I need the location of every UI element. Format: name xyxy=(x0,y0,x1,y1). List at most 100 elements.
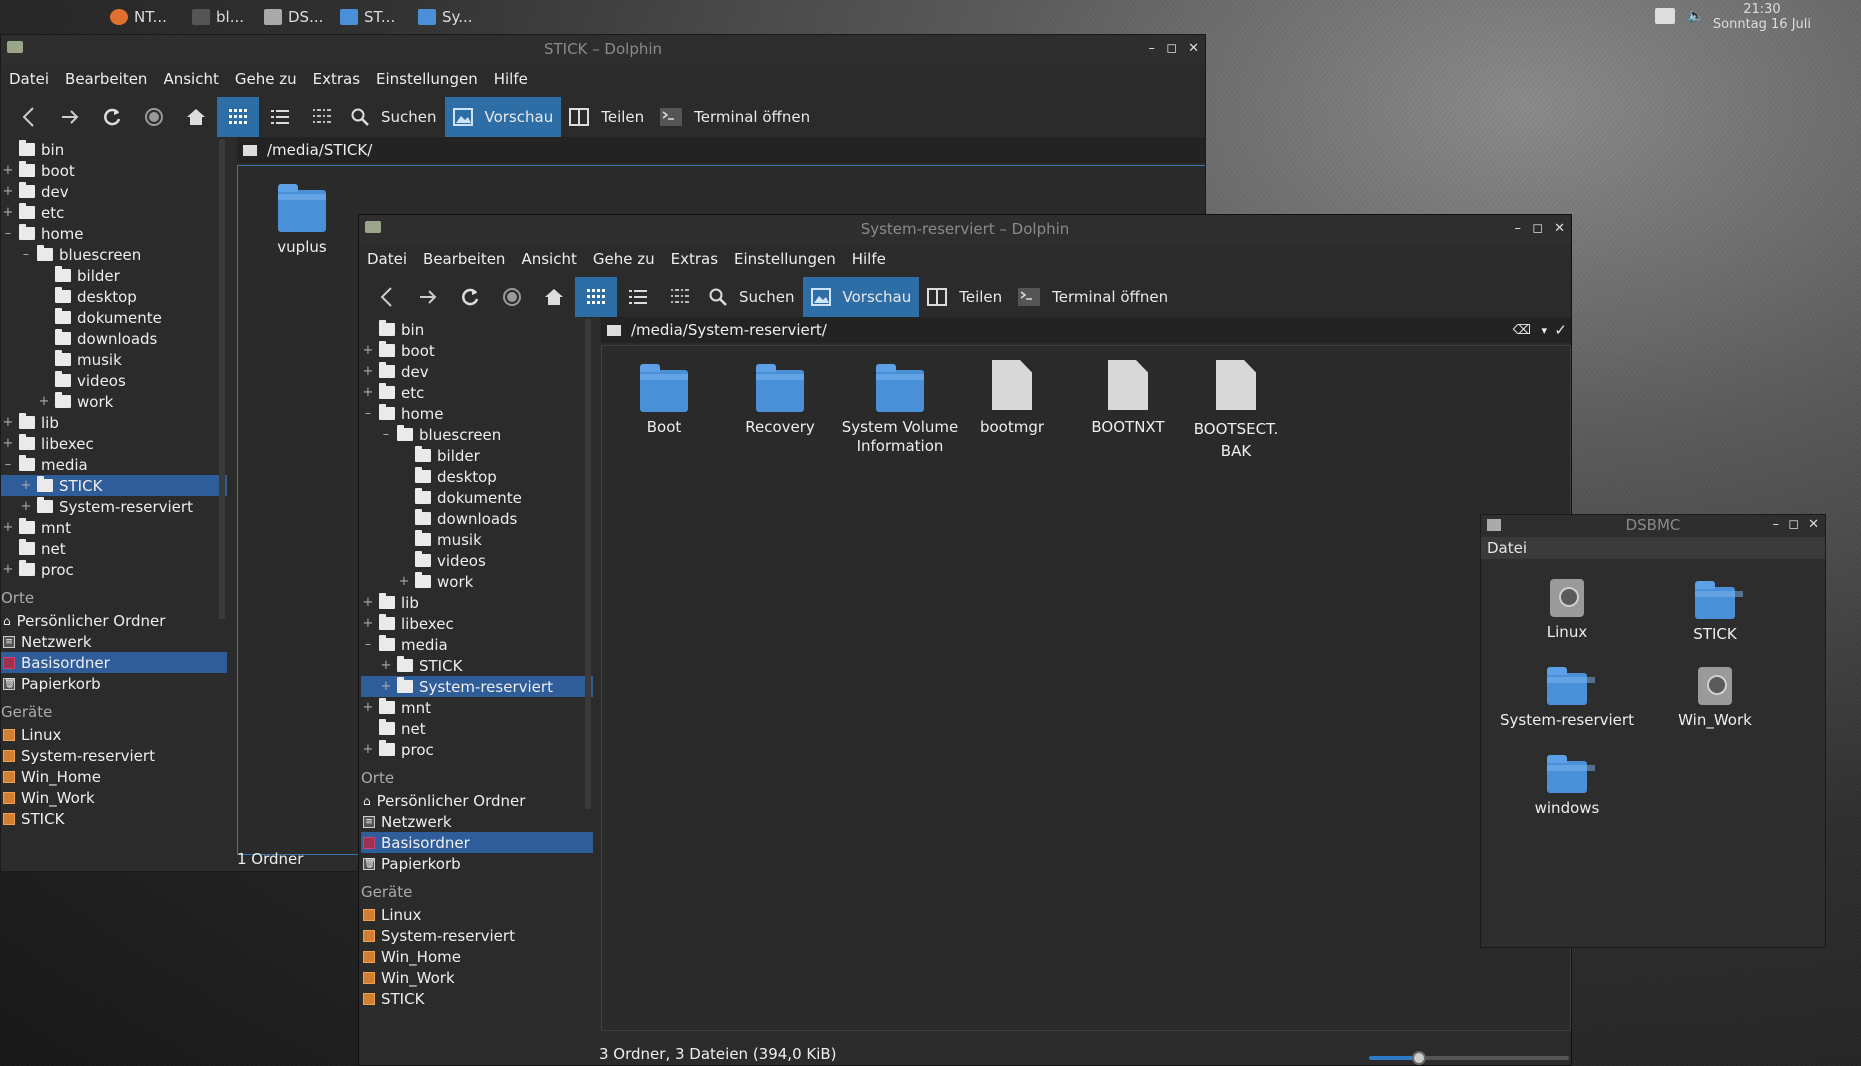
dsbmc-device-win-work[interactable]: Win_Work xyxy=(1655,667,1775,730)
collapse-icon[interactable]: – xyxy=(361,637,375,652)
details-view-button[interactable] xyxy=(259,97,301,137)
tree-item-bilder[interactable]: bilder xyxy=(361,445,593,466)
forward-button[interactable] xyxy=(407,277,449,317)
file-item-recovery[interactable]: Recovery xyxy=(724,364,836,437)
tree-item-downloads[interactable]: downloads xyxy=(361,508,593,529)
file-item-boot[interactable]: Boot xyxy=(608,364,720,437)
minimize-button[interactable]: – xyxy=(1149,35,1156,63)
maximize-button[interactable]: ◻ xyxy=(1532,215,1543,243)
tree-item-bluescreen[interactable]: – bluescreen xyxy=(361,424,593,445)
device-system-reserviert[interactable]: System-reserviert xyxy=(361,925,593,946)
tree-item-home[interactable]: – home xyxy=(361,403,593,424)
expand-icon[interactable]: + xyxy=(379,679,393,694)
tree-item-mnt[interactable]: + mnt xyxy=(1,517,227,538)
file-item-bootsect-bak[interactable]: BOOTSECT. BAK xyxy=(1188,360,1284,462)
tree-item-dokumente[interactable]: dokumente xyxy=(1,307,227,328)
tree-item-bilder[interactable]: bilder xyxy=(1,265,227,286)
tree-item-stick[interactable]: + STICK xyxy=(1,475,227,496)
tree-item-dokumente[interactable]: dokumente xyxy=(361,487,593,508)
tree-item-dev[interactable]: + dev xyxy=(1,181,227,202)
tree-item-system-reserviert[interactable]: + System-reserviert xyxy=(361,676,593,697)
maximize-button[interactable]: ◻ xyxy=(1788,515,1799,535)
zoom-slider-handle[interactable] xyxy=(1412,1051,1426,1065)
tree-item-etc[interactable]: + etc xyxy=(1,202,227,223)
forward-button[interactable] xyxy=(49,97,91,137)
task-button-system[interactable]: Sy... xyxy=(418,6,473,28)
tree-item-proc[interactable]: + proc xyxy=(361,739,593,760)
home-button[interactable] xyxy=(533,277,575,317)
collapse-icon[interactable]: – xyxy=(361,406,375,421)
preview-button[interactable]: Vorschau xyxy=(802,277,920,317)
place-trash[interactable]: 🗑 Papierkorb xyxy=(361,853,593,874)
stop-button[interactable] xyxy=(491,277,533,317)
tree-item-net[interactable]: net xyxy=(361,718,593,739)
expand-icon[interactable]: + xyxy=(37,394,51,409)
collapse-icon[interactable]: – xyxy=(1,226,15,241)
expand-icon[interactable]: + xyxy=(361,595,375,610)
titlebar[interactable]: STICK – Dolphin – ◻ ✕ xyxy=(1,35,1205,65)
search-button[interactable]: Suchen xyxy=(701,277,803,317)
expand-icon[interactable]: + xyxy=(1,562,15,577)
task-button-stick[interactable]: ST... xyxy=(340,6,395,28)
tree-item-boot[interactable]: + boot xyxy=(1,160,227,181)
expand-icon[interactable]: + xyxy=(361,343,375,358)
minimize-button[interactable]: – xyxy=(1773,515,1780,535)
menu-go[interactable]: Gehe zu xyxy=(585,250,663,268)
tree-item-system-reserviert[interactable]: + System-reserviert xyxy=(1,496,227,517)
task-button-dsbmc[interactable]: DS... xyxy=(264,6,323,28)
place-home[interactable]: ⌂ Persönlicher Ordner xyxy=(361,790,593,811)
file-item-system-volume-information[interactable]: System Volume Information xyxy=(840,364,960,456)
collapse-icon[interactable]: – xyxy=(1,457,15,472)
menu-settings[interactable]: Einstellungen xyxy=(726,250,844,268)
tree-scrollbar[interactable] xyxy=(219,139,225,619)
split-button[interactable]: Teilen xyxy=(919,277,1010,317)
details-view-button[interactable] xyxy=(617,277,659,317)
tree-item-boot[interactable]: + boot xyxy=(361,340,593,361)
menu-file[interactable]: Datei xyxy=(359,250,415,268)
device-stick[interactable]: STICK xyxy=(361,988,593,1009)
place-network[interactable]: ≡ Netzwerk xyxy=(1,631,227,652)
reload-button[interactable] xyxy=(91,97,133,137)
tree-item-etc[interactable]: + etc xyxy=(361,382,593,403)
file-item-bootmgr[interactable]: bootmgr xyxy=(956,360,1068,437)
dsbmc-device-stick[interactable]: STICK xyxy=(1655,581,1775,644)
location-bar[interactable]: /media/System-reserviert/ ⌫ ▾ ✓ xyxy=(601,317,1571,343)
expand-icon[interactable]: + xyxy=(361,364,375,379)
home-button[interactable] xyxy=(175,97,217,137)
tree-item-media[interactable]: – media xyxy=(361,634,593,655)
device-stick[interactable]: STICK xyxy=(1,808,227,829)
tree-scrollbar[interactable] xyxy=(585,319,591,809)
dsbmc-device-system-reserviert[interactable]: System-reserviert xyxy=(1491,667,1643,730)
device-win-work[interactable]: Win_Work xyxy=(1,787,227,808)
tree-item-desktop[interactable]: desktop xyxy=(1,286,227,307)
expand-icon[interactable]: + xyxy=(379,658,393,673)
file-item-vuplus[interactable]: vuplus xyxy=(246,184,358,257)
device-linux[interactable]: Linux xyxy=(361,904,593,925)
icons-view-button[interactable] xyxy=(575,277,617,317)
tree-item-work[interactable]: + work xyxy=(1,391,227,412)
file-view[interactable]: Boot Recovery System Volume Information … xyxy=(601,345,1571,1031)
menu-extras[interactable]: Extras xyxy=(305,70,368,88)
menu-settings[interactable]: Einstellungen xyxy=(368,70,486,88)
stop-button[interactable] xyxy=(133,97,175,137)
tree-item-bin[interactable]: bin xyxy=(361,319,593,340)
device-system-reserviert[interactable]: System-reserviert xyxy=(1,745,227,766)
expand-icon[interactable]: + xyxy=(361,616,375,631)
volume-icon[interactable]: 🔈 xyxy=(1687,8,1704,24)
tree-item-lib[interactable]: + lib xyxy=(361,592,593,613)
dsbmc-device-linux[interactable]: Linux xyxy=(1507,579,1627,642)
tree-item-downloads[interactable]: downloads xyxy=(1,328,227,349)
tree-item-proc[interactable]: + proc xyxy=(1,559,227,580)
tree-item-work[interactable]: + work xyxy=(361,571,593,592)
place-root[interactable]: Basisordner xyxy=(1,652,227,673)
close-button[interactable]: ✕ xyxy=(1808,515,1819,535)
expand-icon[interactable]: + xyxy=(361,700,375,715)
expand-icon[interactable]: + xyxy=(19,478,33,493)
tree-item-media[interactable]: – media xyxy=(1,454,227,475)
tree-item-mnt[interactable]: + mnt xyxy=(361,697,593,718)
tree-item-lib[interactable]: + lib xyxy=(1,412,227,433)
reload-button[interactable] xyxy=(449,277,491,317)
clear-icon[interactable]: ⌫ xyxy=(1513,323,1531,338)
tree-item-videos[interactable]: videos xyxy=(361,550,593,571)
tree-item-videos[interactable]: videos xyxy=(1,370,227,391)
